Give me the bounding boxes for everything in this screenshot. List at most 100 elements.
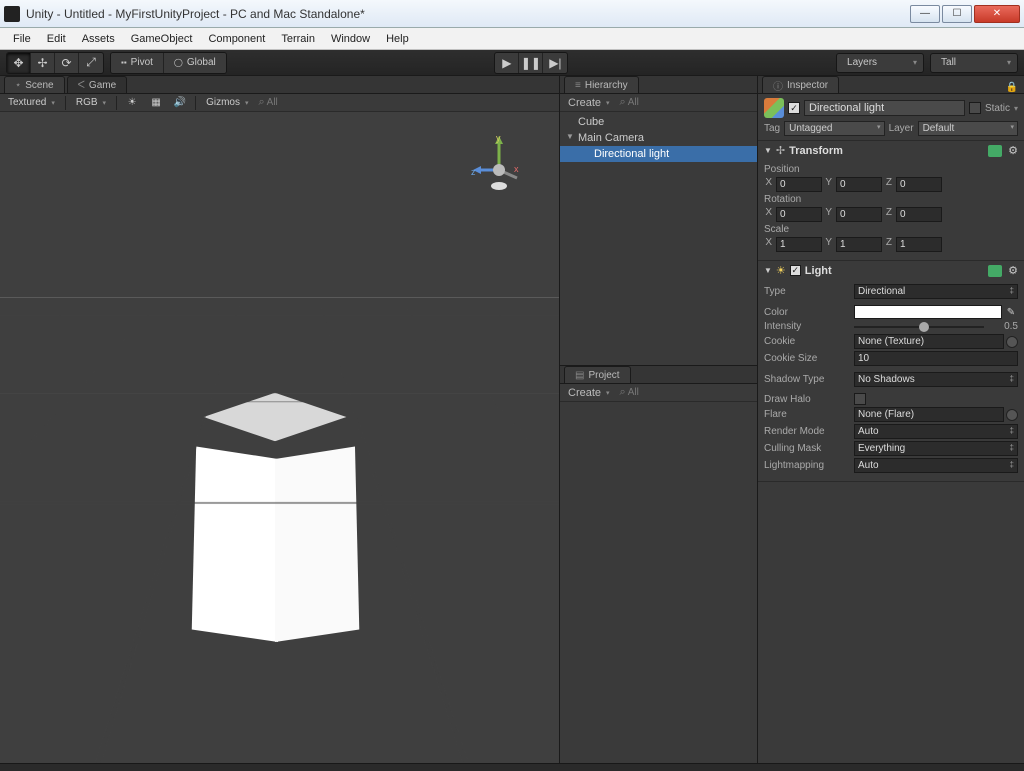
light-cookie-size-field[interactable] xyxy=(854,351,1018,366)
scene-light-toggle[interactable]: ☀ xyxy=(123,96,141,110)
layout-dropdown[interactable]: Tall xyxy=(930,53,1018,73)
scene-viewport[interactable]: y z x xyxy=(0,112,559,763)
move-tool[interactable]: ✢ xyxy=(31,53,55,73)
tab-game[interactable]: ᐸGame xyxy=(67,76,128,93)
rotate-tool[interactable]: ⟳ xyxy=(55,53,79,73)
project-tree xyxy=(560,402,757,763)
tab-hierarchy[interactable]: ≡Hierarchy xyxy=(564,76,639,93)
menu-assets[interactable]: Assets xyxy=(75,31,122,47)
menu-window[interactable]: Window xyxy=(324,31,377,47)
rotation-z[interactable] xyxy=(896,207,942,222)
scene-draw-mode[interactable]: Textured xyxy=(4,97,59,108)
object-picker-icon[interactable] xyxy=(1006,409,1018,421)
gameobject-enabled-checkbox[interactable]: ✓ xyxy=(788,102,800,114)
position-y[interactable] xyxy=(836,177,882,192)
playback-group: ▶ ❚❚ ▶| xyxy=(494,52,568,74)
toolbar: ✥ ✢ ⟳ ⤢ ▪▪Pivot ◯Global ▶ ❚❚ ▶| Layers T… xyxy=(0,50,1024,76)
static-checkbox[interactable] xyxy=(969,102,981,114)
gameobject-icon xyxy=(764,98,784,118)
tag-dropdown[interactable]: Untagged xyxy=(784,121,884,136)
hierarchy-search[interactable]: All xyxy=(620,96,639,109)
light-foldout[interactable]: ▼ xyxy=(764,266,772,275)
hand-tool[interactable]: ✥ xyxy=(7,53,31,73)
light-enabled-checkbox[interactable]: ✓ xyxy=(790,265,801,276)
space-toggle[interactable]: ◯Global xyxy=(164,53,226,73)
project-create[interactable]: Create xyxy=(564,387,614,399)
tab-scene[interactable]: ⋆Scene xyxy=(4,76,65,93)
light-color-label: Color xyxy=(764,307,854,318)
hierarchy-item-directional-light[interactable]: Directional light xyxy=(560,146,757,162)
menu-gameobject[interactable]: GameObject xyxy=(124,31,200,47)
menu-file[interactable]: File xyxy=(6,31,38,47)
titlebar: Unity - Untitled - MyFirstUnityProject -… xyxy=(0,0,1024,28)
transform-foldout[interactable]: ▼ xyxy=(764,146,772,155)
scene-search[interactable]: All xyxy=(258,96,277,109)
light-intensity-label: Intensity xyxy=(764,321,854,332)
light-lightmapping-dropdown[interactable]: Auto xyxy=(854,458,1018,473)
light-cookie-label: Cookie xyxy=(764,336,854,347)
tag-label: Tag xyxy=(764,123,780,134)
scene-render-mode[interactable]: RGB xyxy=(72,97,110,108)
pivot-space-group: ▪▪Pivot ◯Global xyxy=(110,52,227,74)
light-doc-icon[interactable] xyxy=(988,265,1002,277)
rotation-y[interactable] xyxy=(836,207,882,222)
expand-arrow-icon[interactable]: ▼ xyxy=(566,132,574,141)
scene-audio-toggle[interactable]: 🔊 xyxy=(171,96,189,110)
scene-orientation-gizmo[interactable]: y z x xyxy=(469,130,529,200)
inspector-lock-icon[interactable]: 🔒 xyxy=(1000,82,1024,93)
axis-y-label: y xyxy=(496,133,501,143)
hierarchy-item-main-camera[interactable]: ▼Main Camera xyxy=(560,130,757,146)
transform-gear-icon[interactable]: ⚙ xyxy=(1008,144,1018,157)
hierarchy-item-cube[interactable]: Cube xyxy=(560,114,757,130)
scale-y[interactable] xyxy=(836,237,882,252)
light-title: Light xyxy=(805,265,984,277)
menu-edit[interactable]: Edit xyxy=(40,31,73,47)
menu-terrain[interactable]: Terrain xyxy=(274,31,322,47)
light-rendermode-dropdown[interactable]: Auto xyxy=(854,424,1018,439)
tab-inspector[interactable]: ⓘInspector xyxy=(762,76,839,93)
object-picker-icon[interactable] xyxy=(1006,336,1018,348)
axis-z-label: z xyxy=(471,167,476,177)
scene-cube-object[interactable] xyxy=(190,412,360,642)
light-shadow-label: Shadow Type xyxy=(764,374,854,385)
light-rendermode-label: Render Mode xyxy=(764,426,854,437)
gameobject-name-field[interactable] xyxy=(804,100,965,116)
scene-grid-toggle[interactable]: ▦ xyxy=(147,96,165,110)
light-drawhalo-checkbox[interactable] xyxy=(854,393,866,405)
position-z[interactable] xyxy=(896,177,942,192)
step-button[interactable]: ▶| xyxy=(543,53,567,73)
light-gear-icon[interactable]: ⚙ xyxy=(1008,264,1018,277)
light-cookie-field[interactable]: None (Texture) xyxy=(854,334,1004,349)
scene-gizmos-dropdown[interactable]: Gizmos xyxy=(202,97,252,108)
project-icon: ▤ xyxy=(575,370,584,381)
minimize-button[interactable]: — xyxy=(910,5,940,23)
transform-doc-icon[interactable] xyxy=(988,145,1002,157)
scale-tool[interactable]: ⤢ xyxy=(79,53,103,73)
tab-project[interactable]: ▤Project xyxy=(564,366,631,383)
maximize-button[interactable]: ☐ xyxy=(942,5,972,23)
hierarchy-create[interactable]: Create xyxy=(564,97,614,109)
pivot-toggle[interactable]: ▪▪Pivot xyxy=(111,53,164,73)
project-search[interactable]: All xyxy=(620,386,639,399)
light-type-dropdown[interactable]: Directional xyxy=(854,284,1018,299)
light-color-swatch[interactable] xyxy=(854,305,1002,319)
menu-help[interactable]: Help xyxy=(379,31,416,47)
position-x[interactable] xyxy=(776,177,822,192)
transform-title: Transform xyxy=(789,145,984,157)
eyedropper-icon[interactable]: ✎ xyxy=(1004,305,1018,319)
play-button[interactable]: ▶ xyxy=(495,53,519,73)
menu-component[interactable]: Component xyxy=(201,31,272,47)
light-culling-dropdown[interactable]: Everything xyxy=(854,441,1018,456)
rotation-x[interactable] xyxy=(776,207,822,222)
layer-dropdown[interactable]: Default xyxy=(918,121,1018,136)
pause-button[interactable]: ❚❚ xyxy=(519,53,543,73)
close-button[interactable]: ✕ xyxy=(974,5,1020,23)
scale-x[interactable] xyxy=(776,237,822,252)
static-label: Static xyxy=(985,103,1010,114)
layers-dropdown[interactable]: Layers xyxy=(836,53,924,73)
light-intensity-slider[interactable]: 0.5 xyxy=(854,321,1018,332)
transform-tool-group: ✥ ✢ ⟳ ⤢ xyxy=(6,52,104,74)
scale-z[interactable] xyxy=(896,237,942,252)
light-shadow-dropdown[interactable]: No Shadows xyxy=(854,372,1018,387)
light-flare-field[interactable]: None (Flare) xyxy=(854,407,1004,422)
